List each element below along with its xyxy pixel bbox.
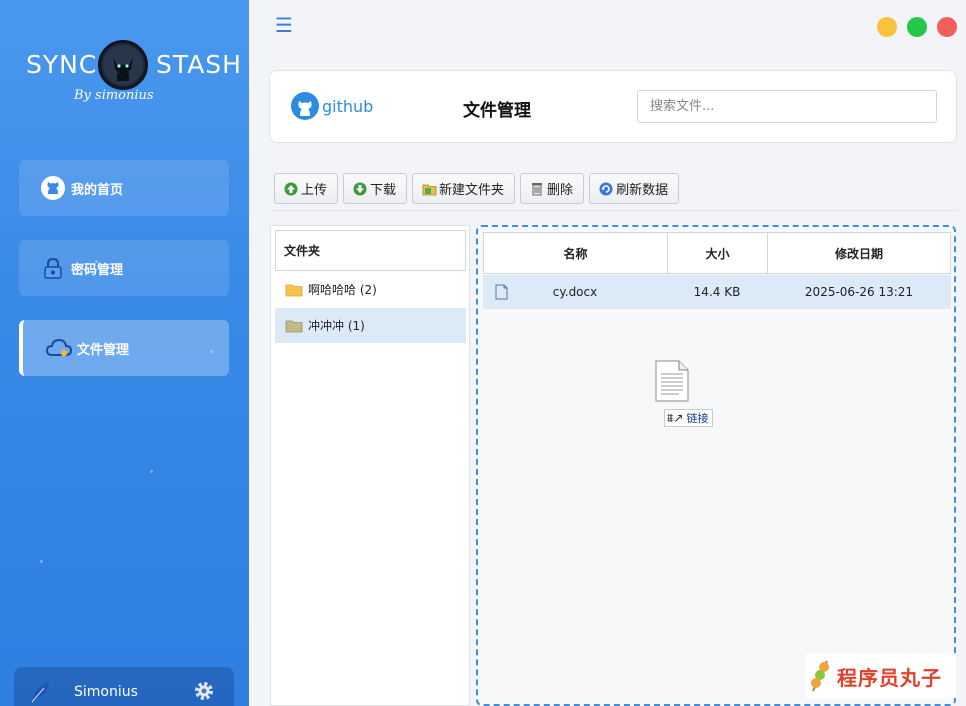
table-row[interactable]: cy.docx 14.4 KB 2025-06-26 13:21 bbox=[483, 275, 951, 309]
folder-label: 啊哈哈哈 (2) bbox=[308, 283, 377, 297]
decor-dot bbox=[150, 470, 153, 473]
upload-button[interactable]: 上传 bbox=[274, 173, 339, 204]
drag-file-icon bbox=[655, 360, 689, 406]
folder-column-header: 文件夹 bbox=[275, 230, 466, 271]
refresh-button[interactable]: 刷新数据 bbox=[589, 173, 680, 204]
trash-icon bbox=[529, 181, 545, 197]
delete-label: 删除 bbox=[547, 183, 574, 198]
sidebar-item-label: 我的首页 bbox=[71, 182, 124, 198]
maximize-button[interactable] bbox=[907, 17, 927, 37]
folder-label: 冲冲冲 (1) bbox=[308, 319, 365, 333]
logo-subtitle: By simonius bbox=[74, 88, 154, 103]
refresh-icon bbox=[598, 181, 614, 197]
file-drop-zone[interactable]: 名称 大小 修改日期 cy.docx 14.4 KB 2025-06-26 13… bbox=[476, 225, 956, 706]
search-input[interactable] bbox=[637, 90, 937, 123]
folder-icon bbox=[285, 319, 303, 333]
watermark-text: 程序员丸子 bbox=[837, 665, 942, 690]
close-button[interactable] bbox=[937, 17, 957, 37]
page-title: 文件管理 bbox=[463, 101, 531, 121]
lock-icon bbox=[39, 254, 67, 282]
menu-icon[interactable]: ☰ bbox=[275, 15, 295, 35]
header-card: github 文件管理 bbox=[269, 70, 957, 143]
folder-item[interactable]: 冲冲冲 (1) bbox=[275, 308, 466, 343]
sidebar-item-passwords[interactable]: 密码管理 bbox=[19, 240, 229, 296]
logo-text-left: SYNC bbox=[26, 50, 98, 79]
folder-item[interactable]: 啊哈哈哈 (2) bbox=[275, 272, 466, 307]
new-folder-button[interactable]: 新建文件夹 bbox=[412, 173, 516, 204]
minimize-button[interactable] bbox=[877, 17, 897, 37]
tooltip-label: 链接 bbox=[686, 412, 709, 425]
github-icon bbox=[290, 91, 320, 121]
download-button[interactable]: 下载 bbox=[343, 173, 408, 204]
drag-link-tooltip: ⩩↗ 链接 bbox=[664, 409, 714, 427]
folder-panel: 文件夹 啊哈哈哈 (2) 冲冲冲 (1) bbox=[270, 225, 470, 706]
upload-label: 上传 bbox=[301, 183, 328, 198]
folder-icon bbox=[285, 283, 303, 297]
download-arrow-icon bbox=[352, 181, 368, 197]
column-header-modified[interactable]: 修改日期 bbox=[767, 232, 951, 274]
refresh-label: 刷新数据 bbox=[616, 183, 669, 198]
user-name: Simonius bbox=[74, 684, 138, 700]
column-header-name[interactable]: 名称 bbox=[483, 232, 668, 274]
download-label: 下载 bbox=[370, 183, 397, 198]
file-modified: 2025-06-26 13:21 bbox=[804, 285, 914, 299]
feather-icon bbox=[28, 678, 56, 706]
new-folder-label: 新建文件夹 bbox=[439, 183, 505, 198]
gear-icon[interactable] bbox=[194, 681, 214, 705]
logo-text-right: STASH bbox=[156, 50, 242, 79]
sidebar-item-label: 文件管理 bbox=[77, 342, 130, 358]
link-arrow-icon: ⩩↗ bbox=[667, 410, 684, 425]
decor-dot bbox=[40, 560, 43, 563]
watermark: 程序员丸子 bbox=[805, 654, 956, 698]
cloud-icon bbox=[45, 334, 73, 362]
github-link[interactable]: github bbox=[290, 91, 373, 121]
toolbar: 上传 下载 新建文件夹 删除 刷新数据 bbox=[274, 173, 680, 204]
sidebar: SYNC STASH By simonius 我的首页 密码管理 文件管理 Si… bbox=[0, 0, 249, 706]
user-profile-bar[interactable]: Simonius bbox=[14, 667, 234, 706]
file-size: 14.4 KB bbox=[693, 285, 741, 299]
new-folder-icon bbox=[421, 181, 437, 197]
column-header-size[interactable]: 大小 bbox=[667, 232, 768, 274]
sidebar-item-files[interactable]: 文件管理 bbox=[19, 320, 229, 376]
github-label: github bbox=[322, 96, 374, 116]
sidebar-item-label: 密码管理 bbox=[71, 262, 124, 278]
delete-button[interactable]: 删除 bbox=[520, 173, 585, 204]
logo-cat-icon bbox=[98, 40, 148, 90]
skewer-icon bbox=[811, 660, 829, 692]
file-name: cy.docx bbox=[552, 285, 598, 299]
app-logo: SYNC STASH By simonius bbox=[26, 38, 241, 110]
github-icon bbox=[39, 174, 67, 202]
divider bbox=[269, 210, 957, 211]
sidebar-item-home[interactable]: 我的首页 bbox=[19, 160, 229, 216]
upload-arrow-icon bbox=[283, 181, 299, 197]
